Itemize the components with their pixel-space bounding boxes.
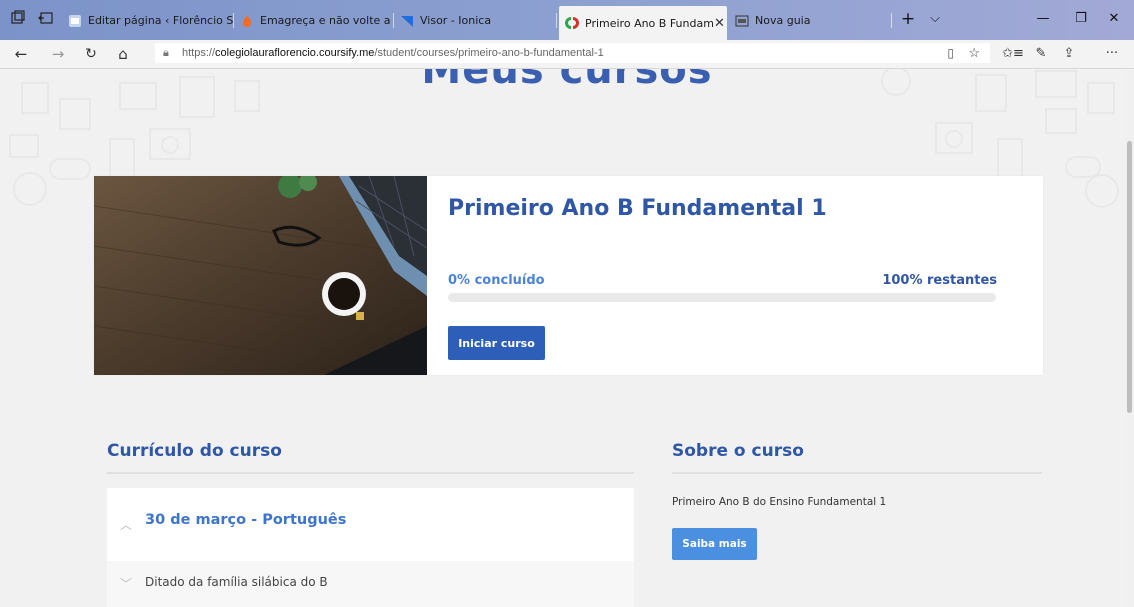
web-note-pen-icon[interactable]: ✎ bbox=[1028, 43, 1054, 65]
scrollbar[interactable] bbox=[1126, 69, 1134, 607]
tab-title: Primeiro Ano B Fundam bbox=[585, 16, 714, 30]
tab-title: Nova guia bbox=[755, 14, 811, 27]
url-text: https://colegiolauraflorencio.coursify.m… bbox=[182, 47, 604, 59]
course-title: Primeiro Ano B Fundamental 1 bbox=[448, 196, 827, 221]
reading-view-icon[interactable]: ▯ bbox=[947, 43, 954, 63]
tab-emagreca[interactable]: Emagreça e não volte a eng bbox=[234, 7, 394, 34]
tab-visor-ionica[interactable]: Visor - Ionica bbox=[394, 7, 557, 34]
tab-editar-pagina[interactable]: Editar página ‹ Florêncio Sis bbox=[62, 7, 234, 34]
tab-title: Editar página ‹ Florêncio Sis bbox=[88, 14, 234, 27]
tab-list-chevron-icon[interactable]: ⌵ bbox=[920, 7, 950, 31]
home-icon[interactable]: ⌂ bbox=[110, 43, 136, 65]
flame-favicon-icon bbox=[243, 14, 251, 27]
forward-arrow-icon[interactable]: → bbox=[45, 43, 71, 65]
completed-label: 0% concluído bbox=[448, 273, 545, 288]
chapter-label: 30 de março - Português bbox=[145, 512, 347, 528]
chevron-down-icon[interactable]: ﹀ bbox=[120, 575, 132, 592]
remaining-label: 100% restantes bbox=[882, 273, 997, 288]
tab-actions-icon[interactable] bbox=[10, 10, 26, 26]
new-tab-favicon-icon bbox=[735, 15, 749, 26]
course-cover-image bbox=[94, 176, 427, 375]
about-divider bbox=[672, 472, 1042, 474]
more-menu-icon[interactable]: ··· bbox=[1090, 43, 1134, 65]
ionica-favicon-icon bbox=[401, 15, 413, 27]
tab-nova-guia[interactable]: Nova guia bbox=[729, 7, 892, 34]
about-description: Primeiro Ano B do Ensino Fundamental 1 bbox=[672, 496, 887, 508]
about-title: Sobre o curso bbox=[672, 441, 804, 461]
lesson-row[interactable]: ﹀ Ditado da família silábica do B bbox=[107, 561, 634, 607]
new-tab-plus-icon[interactable]: + bbox=[893, 7, 923, 31]
start-course-button[interactable]: Iniciar curso bbox=[448, 326, 545, 360]
course-card: Primeiro Ano B Fundamental 1 0% concluíd… bbox=[94, 176, 1043, 375]
close-tab-icon[interactable]: ✕ bbox=[714, 16, 725, 31]
chapter-row[interactable]: ︿ 30 de março - Português bbox=[107, 488, 634, 561]
browser-tab-bar: Editar página ‹ Florêncio Sis Emagreça e… bbox=[0, 0, 1134, 40]
curriculum-title: Currículo do curso bbox=[107, 441, 282, 461]
page-content: Meus cursos Primeiro Ano B Fundamental 1… bbox=[0, 69, 1134, 607]
lock-icon: 🔒︎ bbox=[163, 47, 169, 59]
refresh-icon[interactable]: ↻ bbox=[78, 43, 104, 65]
page-title: Meus cursos bbox=[421, 69, 713, 93]
set-aside-tabs-icon[interactable] bbox=[38, 10, 54, 26]
wordpress-favicon-icon bbox=[69, 14, 81, 27]
progress-bar bbox=[448, 293, 996, 302]
tab-title: Emagreça e não volte a eng bbox=[260, 14, 394, 27]
address-bar: ← → ↻ ⌂ 🔒︎ https://colegiolauraflorencio… bbox=[0, 40, 1134, 69]
tab-primeiro-ano[interactable]: Primeiro Ano B Fundam ✕ bbox=[559, 6, 727, 40]
back-arrow-icon[interactable]: ← bbox=[8, 43, 34, 65]
learn-more-button[interactable]: Saiba mais bbox=[672, 528, 757, 560]
curriculum-divider bbox=[107, 472, 634, 474]
close-window-icon[interactable]: ✕ bbox=[1094, 7, 1134, 31]
chevron-up-icon[interactable]: ︿ bbox=[120, 516, 132, 533]
share-icon[interactable]: ⇪ bbox=[1056, 43, 1082, 65]
lesson-label: Ditado da família silábica do B bbox=[145, 575, 328, 589]
scrollbar-thumb[interactable] bbox=[1127, 141, 1132, 413]
favorite-star-icon[interactable]: ☆ bbox=[968, 43, 980, 63]
curriculum-list: ︿ 30 de março - Português ﹀ Ditado da fa… bbox=[107, 488, 634, 607]
favorites-hub-icon[interactable]: ✩≡ bbox=[1000, 43, 1026, 65]
tab-title: Visor - Ionica bbox=[420, 14, 492, 27]
coursify-favicon-icon bbox=[565, 17, 579, 29]
url-field[interactable]: 🔒︎ https://colegiolauraflorencio.coursif… bbox=[155, 43, 990, 63]
